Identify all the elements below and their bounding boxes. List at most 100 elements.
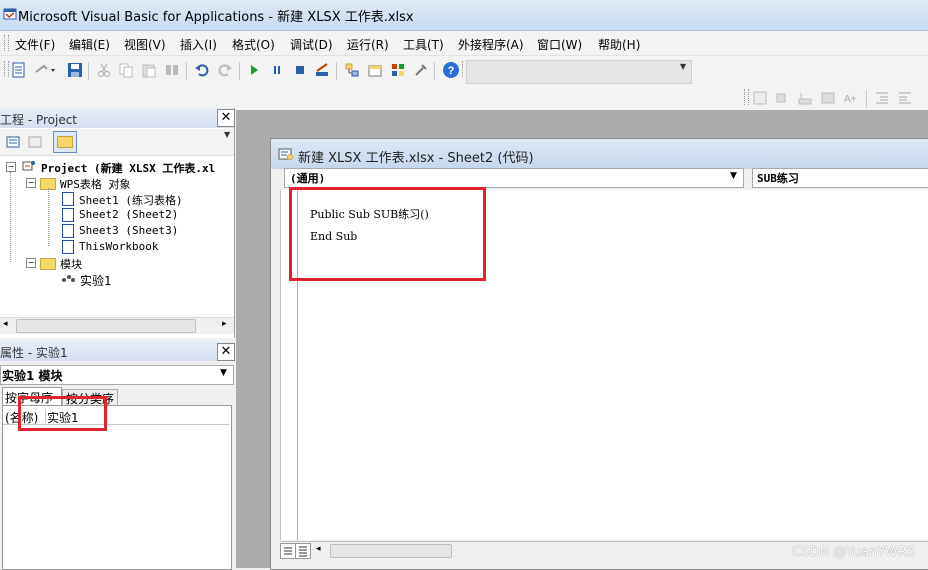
quick-info-icon[interactable] xyxy=(797,90,813,106)
complete-word-icon[interactable]: A+ xyxy=(843,90,859,106)
title-bar: Microsoft Visual Basic for Applications … xyxy=(0,0,928,31)
toolbar-separator xyxy=(866,90,867,108)
cut-icon[interactable] xyxy=(96,62,112,78)
object-browser-icon[interactable] xyxy=(390,62,406,78)
toolbar-separator xyxy=(88,62,89,80)
collapse-icon[interactable]: − xyxy=(26,258,36,268)
watermark: CSDN @YuanYWRS xyxy=(792,545,916,560)
menu-tools[interactable]: 工具(T) xyxy=(403,36,444,53)
svg-text:A+: A+ xyxy=(844,94,857,105)
toggle-folders-button[interactable] xyxy=(53,131,77,153)
scroll-right-icon[interactable]: ▸ xyxy=(222,319,227,329)
chevron-down-icon[interactable]: ▼ xyxy=(730,171,737,181)
workbook-icon xyxy=(62,240,74,254)
code-window-title: 新建 XLSX 工作表.xlsx - Sheet2 (代码) xyxy=(298,151,534,166)
toolbar-grip[interactable] xyxy=(4,61,9,77)
reset-icon[interactable] xyxy=(292,62,308,78)
toolbar-separator xyxy=(336,62,337,80)
project-pane-close-button[interactable]: ✕ xyxy=(217,109,235,127)
tree-line xyxy=(10,172,11,262)
edit-toolbar: A+ xyxy=(0,84,928,111)
undo-dropdown-icon[interactable] xyxy=(34,62,55,78)
break-icon[interactable] xyxy=(269,62,285,78)
find-icon[interactable] xyxy=(164,62,180,78)
menu-edit[interactable]: 编辑(E) xyxy=(69,36,110,53)
project-explorer-icon[interactable] xyxy=(344,62,360,78)
menu-run[interactable]: 运行(R) xyxy=(347,36,389,53)
svg-text:?: ? xyxy=(448,65,455,77)
procedure-combo[interactable]: SUB练习 xyxy=(752,168,928,188)
menu-format[interactable]: 格式(O) xyxy=(232,36,275,53)
save-icon[interactable] xyxy=(67,62,83,78)
properties-pane: 属性 - 实验1 ✕ 实验1 模块 ▼ 按字母序 按分类序 (名称) 实验1 xyxy=(0,340,235,570)
tree-wps-objects-folder[interactable]: WPS表格 对象 xyxy=(60,176,131,192)
scroll-left-icon[interactable]: ◂ xyxy=(3,319,8,329)
full-module-view-button[interactable] xyxy=(295,543,311,559)
sheet-icon xyxy=(62,208,74,222)
code-hscroll-thumb[interactable] xyxy=(330,544,452,558)
properties-pane-close-button[interactable]: ✕ xyxy=(217,343,235,361)
paste-icon[interactable] xyxy=(141,62,157,78)
properties-object-combo-value: 实验1 模块 xyxy=(2,369,63,383)
menu-help[interactable]: 帮助(H) xyxy=(598,36,640,53)
vba-project-icon xyxy=(22,160,36,172)
menu-file[interactable]: 文件(F) xyxy=(15,36,55,53)
object-combo-value: (通用) xyxy=(290,172,326,185)
hscroll-thumb[interactable] xyxy=(16,319,196,333)
vba-app-icon xyxy=(3,7,17,21)
tree-project-root[interactable]: Project (新建 XLSX 工作表.xl xyxy=(41,160,215,176)
tree-thisworkbook[interactable]: ThisWorkbook xyxy=(79,240,158,253)
scroll-left-icon[interactable]: ◂ xyxy=(316,544,321,554)
indent-icon[interactable] xyxy=(874,90,890,106)
sheet-icon xyxy=(62,224,74,238)
list-constants-icon[interactable] xyxy=(774,90,790,106)
toolbar-combo[interactable] xyxy=(466,60,692,84)
tree-sheet2[interactable]: Sheet2 (Sheet2) xyxy=(79,208,178,221)
edit-toolbar-grip[interactable] xyxy=(744,89,749,105)
properties-pane-header: 属性 - 实验1 xyxy=(0,341,234,361)
help-icon[interactable]: ? xyxy=(442,61,459,78)
copy-icon[interactable] xyxy=(118,62,134,78)
menubar-grip[interactable] xyxy=(4,35,9,51)
tree-module-shiyan1[interactable]: 实验1 xyxy=(80,272,111,289)
menu-view[interactable]: 视图(V) xyxy=(124,36,166,53)
object-combo[interactable]: (通用) ▼ xyxy=(284,168,744,188)
chevron-down-icon[interactable]: ▼ xyxy=(220,368,227,378)
procedure-view-button[interactable] xyxy=(280,543,296,559)
toolbar-overflow-icon[interactable]: ▼ xyxy=(680,62,690,80)
run-icon[interactable] xyxy=(246,62,262,78)
folder-icon xyxy=(57,136,73,148)
insert-userform-icon[interactable] xyxy=(11,62,27,78)
pane-toolbar-overflow-icon[interactable]: ▼ xyxy=(224,130,234,152)
toolbar-separator xyxy=(239,62,240,80)
view-code-icon[interactable] xyxy=(5,134,21,150)
tree-sheet3[interactable]: Sheet3 (Sheet3) xyxy=(79,224,178,237)
properties-object-combo[interactable]: 实验1 模块 ▼ xyxy=(0,365,234,385)
redo-icon[interactable] xyxy=(217,62,233,78)
window-title: Microsoft Visual Basic for Applications … xyxy=(18,10,414,25)
menu-debug[interactable]: 调试(D) xyxy=(290,36,333,53)
menu-addins[interactable]: 外接程序(A) xyxy=(458,36,524,53)
collapse-icon[interactable]: − xyxy=(6,162,16,172)
design-mode-icon[interactable] xyxy=(314,62,330,78)
parameter-info-icon[interactable] xyxy=(820,90,836,106)
sheet-icon xyxy=(62,192,74,206)
toolbar-separator xyxy=(186,62,187,80)
code-window-titlebar: 新建 XLSX 工作表.xlsx - Sheet2 (代码) xyxy=(271,139,928,169)
toolbox-icon[interactable] xyxy=(413,62,429,78)
outdent-icon[interactable] xyxy=(897,90,913,106)
undo-icon[interactable] xyxy=(194,62,210,78)
project-pane-hscroll[interactable]: ◂ ▸ xyxy=(0,317,234,334)
collapse-icon[interactable]: − xyxy=(26,178,36,188)
view-object-icon[interactable] xyxy=(27,134,43,150)
menu-insert[interactable]: 插入(I) xyxy=(180,36,217,53)
properties-icon[interactable] xyxy=(367,62,383,78)
procedure-combo-value: SUB练习 xyxy=(757,172,799,185)
tree-sheet1[interactable]: Sheet1 (练习表格) xyxy=(79,192,183,208)
menu-window[interactable]: 窗口(W) xyxy=(537,36,582,53)
list-properties-icon[interactable] xyxy=(752,90,768,106)
tree-modules-folder[interactable]: 模块 xyxy=(60,256,82,272)
module-icon xyxy=(60,272,76,284)
properties-pane-title: 属性 - 实验1 xyxy=(0,346,68,360)
project-pane-header: 工程 - Project xyxy=(0,108,234,128)
